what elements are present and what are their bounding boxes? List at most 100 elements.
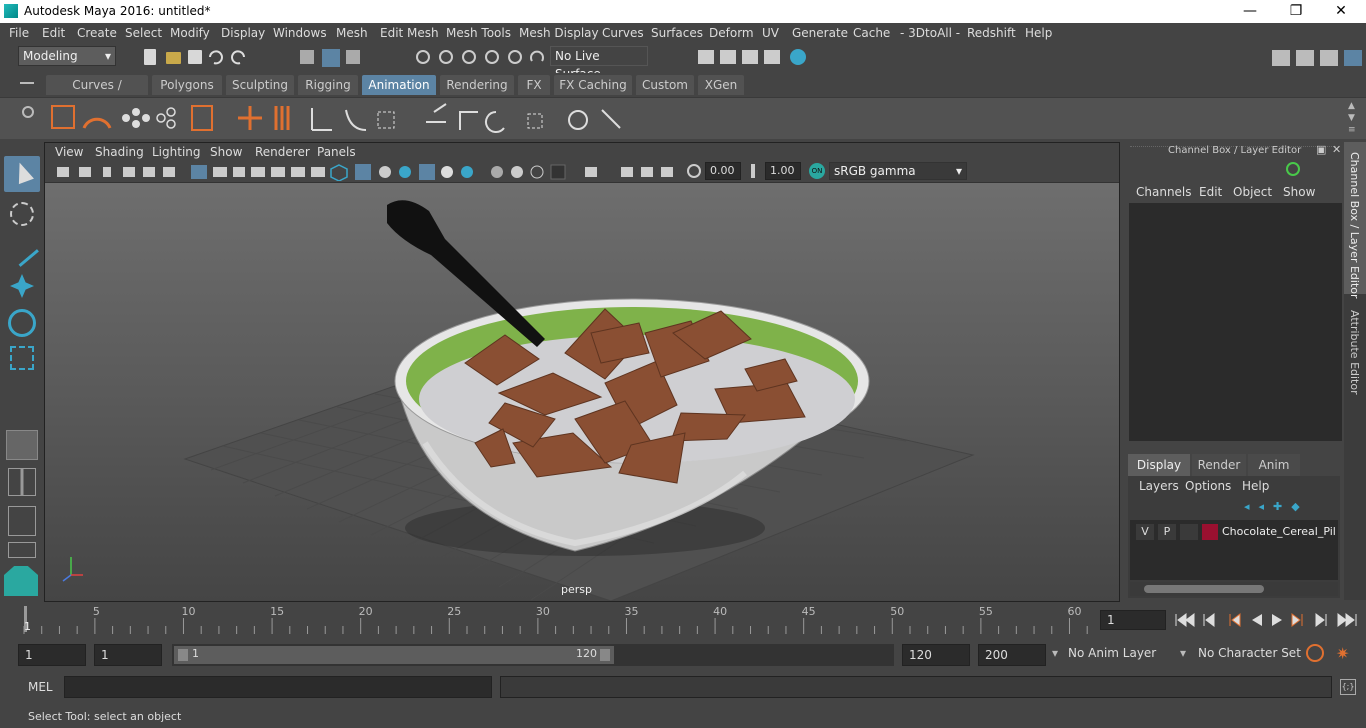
channel-list[interactable]	[1129, 203, 1342, 441]
range-slider-handle[interactable]	[174, 646, 614, 664]
viewport-3d-scene[interactable]: persp	[45, 183, 1119, 601]
make-live-icon[interactable]	[530, 50, 544, 62]
menu-windows[interactable]: Windows	[273, 26, 327, 40]
current-frame-field[interactable]: 1	[1100, 610, 1166, 630]
menu-file[interactable]: File	[9, 26, 29, 40]
render-current-icon[interactable]	[720, 50, 736, 64]
tool-settings-toggle-icon[interactable]	[1320, 50, 1338, 66]
layout-side-icon[interactable]	[8, 506, 36, 536]
redo-icon[interactable]	[231, 50, 245, 65]
ipr-render-icon[interactable]	[742, 50, 758, 64]
time-slider[interactable]: 5101520253035404550556065707580859095100…	[18, 604, 1354, 634]
color-management-icon[interactable]: ON	[809, 163, 825, 179]
auto-key-icon[interactable]	[1306, 644, 1324, 662]
ghost-icon[interactable]	[122, 108, 150, 128]
xray-active-icon[interactable]	[641, 167, 653, 177]
step-back-key-icon[interactable]	[1229, 613, 1241, 627]
ik-spline-icon[interactable]	[345, 109, 367, 131]
cb-menu-object[interactable]: Object	[1233, 185, 1272, 199]
resolution-gate-icon[interactable]	[233, 167, 245, 177]
step-forward-frame-icon[interactable]	[1315, 613, 1327, 627]
2d-pan-zoom-icon[interactable]	[143, 167, 155, 177]
lasso-tool-icon[interactable]	[10, 202, 34, 226]
snap-curve-icon[interactable]	[439, 50, 453, 64]
tab-curves-surfaces[interactable]: Curves / Surfaces	[46, 75, 148, 112]
chevron-down-icon[interactable]: ▾	[1180, 646, 1186, 660]
timing-icon[interactable]	[82, 117, 112, 129]
menu-select[interactable]: Select	[125, 26, 162, 40]
menu-mesh[interactable]: Mesh	[336, 26, 368, 40]
snap-point-icon[interactable]	[462, 50, 476, 64]
menu-display[interactable]: Display	[221, 26, 265, 40]
menu-curves[interactable]: Curves	[602, 26, 644, 40]
motion-blur-icon[interactable]	[491, 166, 503, 178]
modeling-toolkit-icon[interactable]	[1272, 50, 1290, 66]
vp-menu-shading[interactable]: Shading	[95, 145, 144, 159]
playback-start-field[interactable]: 1	[94, 644, 162, 666]
field-chart-icon[interactable]	[271, 167, 285, 177]
rotate-tool-icon[interactable]	[8, 309, 36, 337]
camera-lock-icon[interactable]	[79, 167, 91, 177]
film-gate-icon[interactable]	[213, 167, 227, 177]
play-forward-icon[interactable]	[1272, 614, 1282, 626]
menu-create[interactable]: Create	[77, 26, 117, 40]
gamma-icon[interactable]	[751, 164, 761, 178]
cb-menu-show[interactable]: Show	[1283, 185, 1315, 199]
layer-tab-render[interactable]: Render	[1192, 454, 1246, 476]
menu-mesh-tools[interactable]: Mesh Tools	[446, 26, 511, 40]
mode-dropdown[interactable]: Modeling ▾	[18, 46, 116, 66]
aim-constraint-icon[interactable]	[568, 110, 588, 130]
new-scene-icon[interactable]	[144, 49, 156, 65]
select-by-component-icon[interactable]	[346, 50, 360, 64]
cluster-icon[interactable]	[377, 111, 395, 129]
pole-vector-icon[interactable]	[601, 109, 621, 129]
script-editor-icon[interactable]: {;}	[1340, 679, 1356, 695]
save-scene-icon[interactable]	[188, 50, 202, 64]
shelf-menu-icon[interactable]	[20, 82, 34, 84]
menu-surfaces[interactable]: Surfaces	[651, 26, 703, 40]
tab-rigging[interactable]: Rigging	[298, 75, 358, 95]
character-set-field[interactable]: No Character Set	[1198, 646, 1301, 660]
cb-menu-edit[interactable]: Edit	[1199, 185, 1222, 199]
step-back-frame-icon[interactable]	[1203, 613, 1215, 627]
mel-label[interactable]: MEL	[28, 680, 53, 694]
tab-attribute-editor-label[interactable]: Attribute Editor	[1348, 310, 1361, 395]
layout-four-icon[interactable]	[8, 468, 36, 496]
anti-aliasing-icon[interactable]	[511, 166, 523, 178]
step-forward-key-icon[interactable]	[1291, 613, 1303, 627]
shelf-settings-icon[interactable]	[22, 106, 34, 118]
layer-name[interactable]: Chocolate_Cereal_Pillo	[1222, 525, 1336, 538]
screen-space-ao-icon[interactable]	[461, 166, 473, 178]
layer-display-type-toggle[interactable]	[1180, 524, 1198, 540]
anim-layer-field[interactable]: No Anim Layer	[1068, 646, 1156, 660]
grease-pencil-icon[interactable]	[163, 167, 175, 177]
menu-redshift[interactable]: Redshift	[967, 26, 1016, 40]
camera-select-icon[interactable]	[57, 167, 69, 177]
vp-menu-renderer[interactable]: Renderer	[255, 145, 310, 159]
cb-menu-channels[interactable]: Channels	[1136, 185, 1192, 199]
use-all-lights-icon[interactable]	[419, 164, 435, 180]
depth-of-field-icon[interactable]	[530, 165, 544, 179]
vp-menu-show[interactable]: Show	[210, 145, 242, 159]
snap-surface-icon[interactable]	[508, 50, 522, 64]
safe-title-icon[interactable]	[311, 167, 325, 177]
select-tool-icon[interactable]	[4, 156, 40, 192]
render-view-icon[interactable]	[698, 50, 714, 64]
layer-tab-display[interactable]: Display	[1128, 454, 1190, 476]
layout-stack-icon[interactable]	[8, 542, 36, 558]
exposure-icon[interactable]	[687, 164, 701, 178]
menu-mesh-display[interactable]: Mesh Display	[519, 26, 599, 40]
menu-modify[interactable]: Modify	[170, 26, 210, 40]
menu-deform[interactable]: Deform	[709, 26, 754, 40]
layer-menu-options[interactable]: Options	[1185, 479, 1231, 493]
scale-constraint-icon[interactable]	[527, 113, 543, 129]
menu-generate[interactable]: Generate	[792, 26, 848, 40]
snap-grid-icon[interactable]	[416, 50, 430, 64]
orient-constraint-icon[interactable]	[485, 111, 505, 133]
tab-polygons[interactable]: Polygons	[152, 75, 222, 95]
tab-custom[interactable]: Custom	[636, 75, 694, 95]
manipulator-icon[interactable]	[1286, 162, 1300, 176]
vp-menu-panels[interactable]: Panels	[317, 145, 356, 159]
render-settings-icon[interactable]	[764, 50, 780, 64]
minimize-button[interactable]: —	[1227, 2, 1273, 21]
